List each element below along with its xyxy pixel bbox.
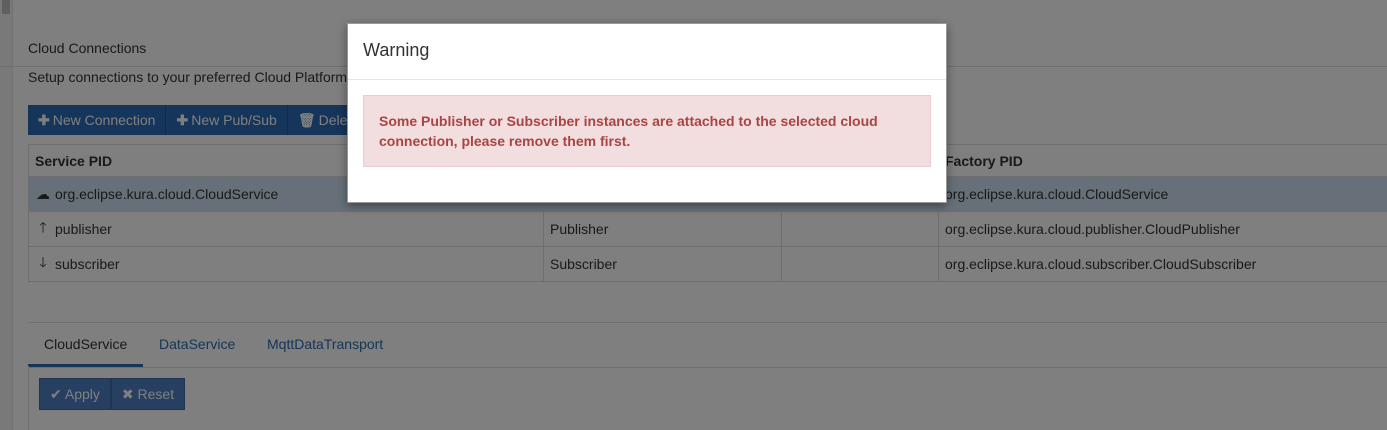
- modal-title: Warning: [363, 40, 430, 60]
- warning-modal: Warning Some Publisher or Subscriber ins…: [347, 23, 947, 203]
- modal-divider: [348, 79, 946, 80]
- alert-message: Some Publisher or Subscriber instances a…: [363, 95, 931, 167]
